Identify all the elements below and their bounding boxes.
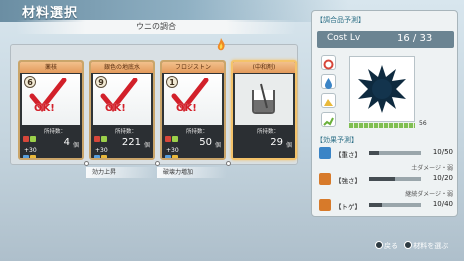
cost-gauge xyxy=(349,123,415,128)
material-card-phlogiston[interactable]: フロジストン 1 OK! +30 所持数： 50 個 xyxy=(160,60,226,160)
material-image xyxy=(235,74,293,125)
bonus-value: +30 xyxy=(166,147,179,154)
prediction-panel: 【調合品予測】 Cost Lv 16 / 33 56 【効果予測】 【重さ】 1… xyxy=(311,10,458,217)
slot-link-dot xyxy=(84,161,89,166)
earth-icon xyxy=(319,173,331,185)
subtitle-bar: ウニの調合 xyxy=(16,20,296,34)
effect-row: 【重さ】 10/50 xyxy=(317,145,455,161)
material-card-ginshoku-chitei-sui[interactable]: 銀色の地底水 9 OK! +30 所持数： 221 個 xyxy=(89,60,155,160)
material-card-neutralizer[interactable]: (中和剤) 所持数： 29 個 xyxy=(231,60,297,160)
effect-gauge xyxy=(369,203,421,207)
ok-label: OK! xyxy=(105,103,126,114)
spike-icon xyxy=(319,199,331,211)
card-name: (中和剤) xyxy=(233,62,295,73)
confirm-button-icon xyxy=(404,241,413,249)
stock-unit: 個 xyxy=(143,142,150,149)
card-footer: +30 所持数： 221 個 xyxy=(91,125,153,158)
effect-value: 10/40 xyxy=(432,200,453,208)
screen-title: 材料選択 xyxy=(22,6,79,21)
card-name: 銀色の地底水 xyxy=(91,62,153,73)
uni-sea-urchin-icon xyxy=(358,65,406,113)
card-name: 薬核 xyxy=(20,62,82,73)
element-icons xyxy=(165,128,183,158)
prediction-title: 【調合品予測】 xyxy=(316,16,365,24)
element-icons xyxy=(94,128,112,158)
cost-gauge-value: 56 xyxy=(419,120,427,127)
cost-label: Cost Lv xyxy=(327,33,361,43)
choose-material-hint[interactable]: 材料を選ぶ xyxy=(413,242,448,250)
effect-name: 【トゲ】 xyxy=(335,203,361,211)
card-name: フロジストン xyxy=(162,62,224,73)
stock-count: 4 xyxy=(63,137,70,148)
effect-name: 【強さ】 xyxy=(335,177,361,185)
beaker-icon xyxy=(252,83,275,114)
water-attribute-icon xyxy=(321,74,336,89)
stock-label: 所持数： xyxy=(44,129,67,135)
effect-row: 【トゲ】 10/40 xyxy=(317,197,455,213)
effect-gauge xyxy=(369,151,421,155)
stock-count: 29 xyxy=(270,137,283,148)
material-image: 6 OK! xyxy=(22,74,80,125)
card-footer: 所持数： 29 個 xyxy=(233,125,295,158)
slot-link-dot xyxy=(155,161,160,166)
card-footer: +30 所持数： 50 個 xyxy=(162,125,224,158)
back-hint[interactable]: 戻る xyxy=(384,242,398,250)
cost-value: 16 / 33 xyxy=(397,33,433,44)
effect-gauge xyxy=(369,177,421,181)
stock-unit: 個 xyxy=(72,142,79,149)
stock-count: 50 xyxy=(199,137,212,148)
stock-label: 所持数： xyxy=(257,129,280,135)
stock-unit: 個 xyxy=(214,142,221,149)
effect-value: 10/20 xyxy=(432,174,453,182)
water-drop-icon xyxy=(319,147,331,159)
back-button-icon xyxy=(375,241,383,249)
earth-attribute-icon xyxy=(321,93,336,108)
item-preview xyxy=(349,56,415,122)
ok-label: OK! xyxy=(176,103,197,114)
stock-unit: 個 xyxy=(285,142,292,149)
material-image: 9 OK! xyxy=(93,74,151,125)
effects-title: 【効果予測】 xyxy=(316,136,358,144)
card-footer: +30 所持数： 4 個 xyxy=(20,125,82,158)
bonus-value: +30 xyxy=(95,147,108,154)
wind-attribute-icon xyxy=(321,112,336,127)
button-hints: 戻る 材料を選ぶ xyxy=(375,241,461,253)
material-card-yakukaku[interactable]: 薬核 6 OK! +30 所持数： 4 個 xyxy=(18,60,84,160)
bonus-effect-2: 破壊力増加 xyxy=(157,167,227,178)
bonus-effect-1: 効力上昇 xyxy=(86,167,156,178)
stock-count: 221 xyxy=(121,137,141,148)
level-badge: 9 xyxy=(95,76,107,88)
cost-row: Cost Lv 16 / 33 xyxy=(317,31,454,48)
element-icons xyxy=(23,128,41,158)
level-badge: 6 xyxy=(24,76,36,88)
bonus-value: +30 xyxy=(24,147,37,154)
effect-name: 【重さ】 xyxy=(335,151,361,159)
effect-row: 【強さ】 10/20 xyxy=(317,171,455,187)
ok-label: OK! xyxy=(34,103,55,114)
stock-label: 所持数： xyxy=(115,129,138,135)
effect-value: 10/50 xyxy=(432,148,453,156)
slot-link-dot xyxy=(226,161,231,166)
material-image: 1 OK! xyxy=(164,74,222,125)
recipe-name: ウニの調合 xyxy=(136,22,176,31)
fire-attribute-icon xyxy=(321,55,336,70)
stock-label: 所持数： xyxy=(186,129,209,135)
level-badge: 1 xyxy=(166,76,178,88)
flame-icon xyxy=(217,38,225,51)
